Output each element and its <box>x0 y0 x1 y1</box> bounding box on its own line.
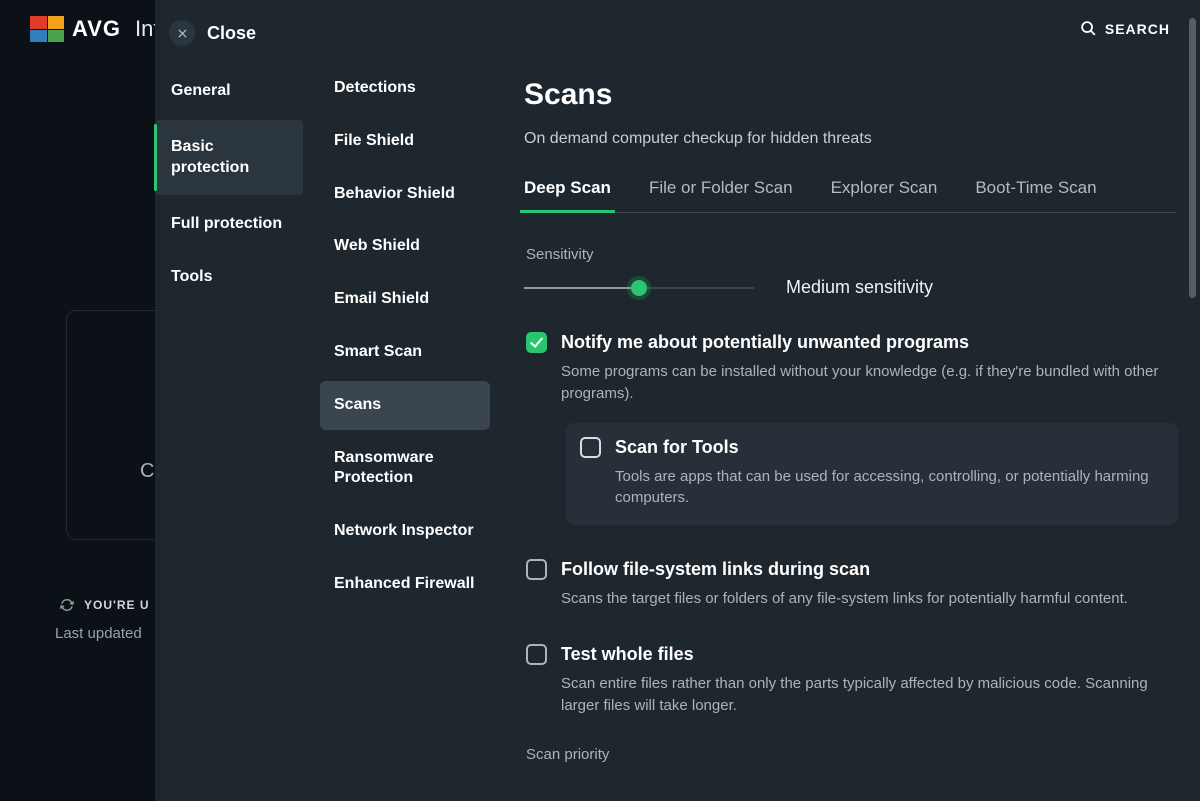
follow-links-title: Follow file-system links during scan <box>561 559 1178 580</box>
scroll-area[interactable]: Sensitivity Medium sensitivity Notify me… <box>524 218 1184 801</box>
slider-thumb[interactable] <box>631 280 647 296</box>
subnav-network-inspector[interactable]: Network Inspector <box>320 507 490 556</box>
bg-updated: Last updated <box>55 625 142 642</box>
page-title: Scans <box>524 78 1176 112</box>
follow-links-desc: Scans the target files or folders of any… <box>561 588 1178 610</box>
checkbox-pup[interactable] <box>526 332 547 353</box>
tab-explorer-scan[interactable]: Explorer Scan <box>831 178 938 212</box>
scan-tabs: Deep Scan File or Folder Scan Explorer S… <box>524 178 1176 213</box>
page-subtitle: On demand computer checkup for hidden th… <box>524 130 1176 148</box>
search-icon <box>1080 20 1097 37</box>
close-icon <box>177 28 188 39</box>
subnav-email-shield[interactable]: Email Shield <box>320 275 490 324</box>
avg-logo-squares-icon <box>30 16 64 42</box>
subnav-smart-scan[interactable]: Smart Scan <box>320 328 490 377</box>
nav-item-tools[interactable]: Tools <box>155 250 309 304</box>
pup-desc: Some programs can be installed without y… <box>561 361 1178 405</box>
subnav-detections[interactable]: Detections <box>320 64 490 113</box>
checkbox-scan-for-tools[interactable] <box>580 437 601 458</box>
subnav-file-shield[interactable]: File Shield <box>320 117 490 166</box>
checkbox-follow-links[interactable] <box>526 559 547 580</box>
subnav-behavior-shield[interactable]: Behavior Shield <box>320 170 490 219</box>
settings-primary-nav: Close General Basic protection Full prot… <box>155 0 310 801</box>
sensitivity-slider[interactable] <box>524 287 754 289</box>
subnav-web-shield[interactable]: Web Shield <box>320 222 490 271</box>
nav-item-general[interactable]: General <box>155 64 309 118</box>
search-button[interactable]: SEARCH <box>1080 20 1170 37</box>
whole-files-desc: Scan entire files rather than only the p… <box>561 673 1178 717</box>
tab-boot-time-scan[interactable]: Boot-Time Scan <box>975 178 1096 212</box>
nav-item-full-protection[interactable]: Full protection <box>155 197 309 251</box>
settings-panel: Close General Basic protection Full prot… <box>155 0 1200 801</box>
pup-title: Notify me about potentially unwanted pro… <box>561 332 1178 353</box>
tools-title: Scan for Tools <box>615 437 1164 458</box>
whole-files-title: Test whole files <box>561 644 1178 665</box>
subnav-ransomware-protection[interactable]: Ransomware Protection <box>320 434 490 504</box>
avg-logo: AVG Int <box>30 16 160 42</box>
tab-deep-scan[interactable]: Deep Scan <box>524 178 611 212</box>
brand-name: AVG <box>72 16 121 42</box>
nav-item-basic-protection[interactable]: Basic protection <box>155 120 303 195</box>
bg-status: YOU'RE U <box>60 598 150 612</box>
close-label: Close <box>207 23 256 44</box>
scan-priority-label: Scan priority <box>526 746 1178 763</box>
close-button[interactable] <box>169 20 195 46</box>
checkbox-whole-files[interactable] <box>526 644 547 665</box>
content-scrollbar[interactable] <box>1189 18 1196 298</box>
refresh-icon <box>58 596 75 613</box>
settings-content: SEARCH Scans On demand computer checkup … <box>500 0 1200 801</box>
subnav-enhanced-firewall[interactable]: Enhanced Firewall <box>320 560 490 609</box>
sensitivity-label: Sensitivity <box>526 246 1178 263</box>
tools-desc: Tools are apps that can be used for acce… <box>615 466 1164 510</box>
tab-file-folder-scan[interactable]: File or Folder Scan <box>649 178 793 212</box>
settings-sub-nav: Detections File Shield Behavior Shield W… <box>310 0 500 801</box>
subnav-scans[interactable]: Scans <box>320 381 490 430</box>
sensitivity-value: Medium sensitivity <box>786 277 933 298</box>
